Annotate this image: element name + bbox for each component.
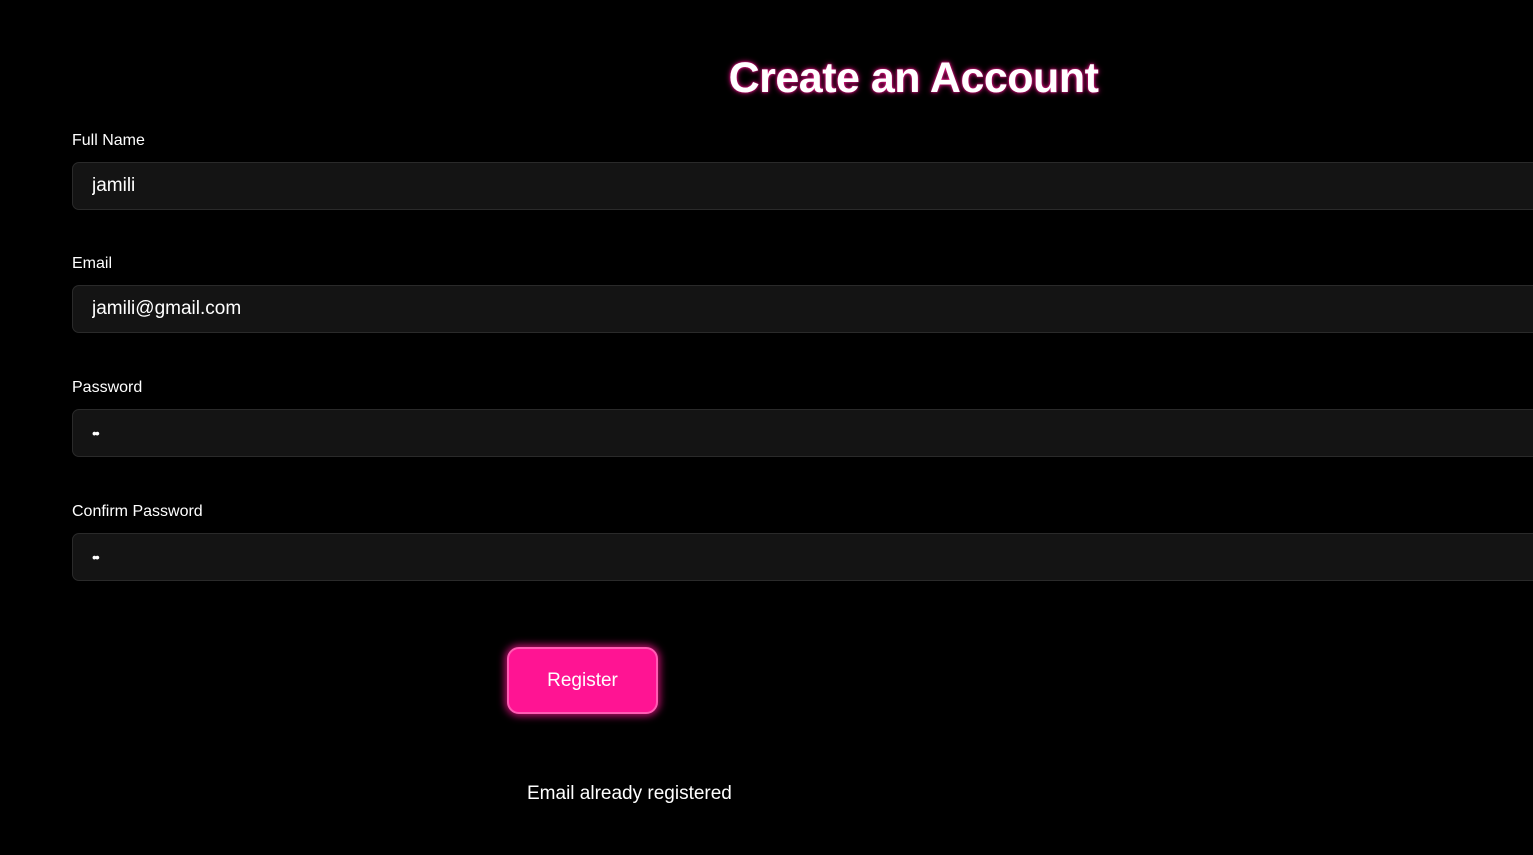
email-input[interactable] bbox=[72, 285, 1533, 333]
confirm-password-label: Confirm Password bbox=[72, 503, 203, 520]
confirm-password-input[interactable] bbox=[72, 533, 1533, 581]
page-title: Create an Account bbox=[728, 54, 1099, 102]
password-label: Password bbox=[72, 379, 143, 396]
register-page: Create an Account Full Name Email Passwo… bbox=[0, 0, 1533, 855]
register-button[interactable]: Register bbox=[507, 647, 658, 714]
email-label: Email bbox=[72, 255, 113, 272]
full-name-input[interactable] bbox=[72, 162, 1533, 210]
full-name-label: Full Name bbox=[72, 132, 145, 149]
password-input[interactable] bbox=[72, 409, 1533, 457]
status-message: Email already registered bbox=[527, 783, 732, 804]
